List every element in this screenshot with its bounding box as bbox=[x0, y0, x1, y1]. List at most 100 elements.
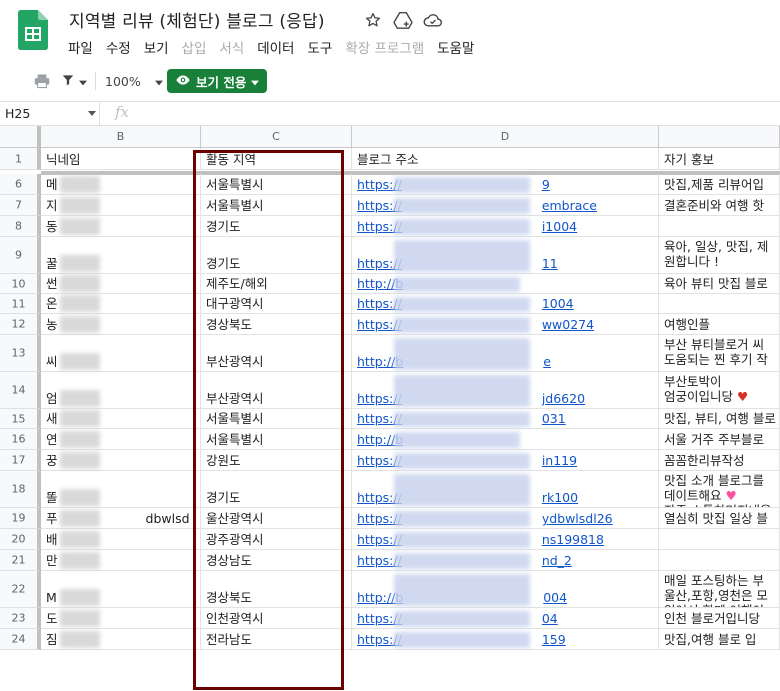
header-cell[interactable]: 닉네임 bbox=[41, 148, 201, 170]
row-header[interactable]: 10 bbox=[0, 274, 41, 294]
cell-e[interactable]: 맛집, 뷰티, 여행 블로 bbox=[659, 409, 780, 429]
cell-c[interactable]: 인천광역시 bbox=[201, 608, 352, 629]
cell-c[interactable]: 경상남도 bbox=[201, 550, 352, 571]
menu-item[interactable]: 파일 bbox=[68, 37, 93, 57]
cell-e[interactable]: 육아, 일상, 맛집, 제 원합니다 ! bbox=[659, 237, 780, 274]
cell-e[interactable]: 맛집,제품 리뷰어입 bbox=[659, 174, 780, 195]
cell-c[interactable]: 강원도 bbox=[201, 450, 352, 471]
cell-e[interactable]: 열심히 맛집 일상 블 bbox=[659, 508, 780, 529]
name-box[interactable]: H25 bbox=[0, 102, 100, 126]
cell-e[interactable]: 맛집,여행 블로 입 bbox=[659, 629, 780, 650]
menu-item[interactable]: 데이터 bbox=[257, 37, 294, 57]
row-header[interactable]: 21 bbox=[0, 550, 41, 571]
row-header[interactable]: 14 bbox=[0, 372, 41, 409]
cell-c[interactable]: 경기도 bbox=[201, 237, 352, 274]
row-header[interactable]: 13 bbox=[0, 335, 41, 372]
cell-text: 경상북도 bbox=[206, 590, 253, 605]
filter-button[interactable] bbox=[61, 66, 87, 96]
cell-e[interactable]: 매일 포스팅하는 부울산,포항,영천은 모있어서 함께 여행이 bbox=[659, 571, 780, 608]
cell-c[interactable]: 서울특별시 bbox=[201, 174, 352, 195]
menu-item[interactable]: 보기 bbox=[144, 37, 169, 57]
column-header[interactable] bbox=[659, 126, 780, 148]
menu-item[interactable]: 서식 bbox=[219, 37, 244, 57]
row-header[interactable]: 23 bbox=[0, 608, 41, 629]
row-header[interactable]: 1 bbox=[0, 148, 41, 170]
cell-e[interactable]: 서울 거주 주부블로 bbox=[659, 429, 780, 450]
header-cell[interactable]: 블로그 주소 bbox=[352, 148, 659, 170]
cell-c[interactable]: 광주광역시 bbox=[201, 529, 352, 550]
row-header[interactable]: 17 bbox=[0, 450, 41, 471]
cell-e[interactable] bbox=[659, 216, 780, 237]
row-header[interactable]: 24 bbox=[0, 629, 41, 650]
nickname-text: 농 bbox=[46, 317, 58, 332]
cell-e[interactable]: 육아 뷰티 맛집 블로 bbox=[659, 274, 780, 294]
cell-e[interactable]: 부산 뷰티블로거 씨 도움되는 찐 후기 작 bbox=[659, 335, 780, 372]
row-header[interactable]: 9 bbox=[0, 237, 41, 274]
row-header[interactable]: 6 bbox=[0, 174, 41, 195]
cell-c[interactable]: 부산광역시 bbox=[201, 335, 352, 372]
row-header[interactable]: 8 bbox=[0, 216, 41, 237]
cloud-status-icon[interactable] bbox=[422, 9, 444, 31]
menu-bar: 파일 수정 보기 삽입 서식 데이터 도구 확장 프로그램 도움말 bbox=[68, 37, 487, 57]
name-box-dropdown-icon[interactable] bbox=[88, 111, 96, 116]
cell-text: 부산 뷰티블로거 씨 도움되는 찐 후기 작 bbox=[664, 337, 768, 367]
menu-item[interactable]: 도움말 bbox=[437, 37, 474, 57]
star-icon[interactable] bbox=[362, 9, 384, 31]
menu-item[interactable]: 삽입 bbox=[182, 37, 207, 57]
cell-c[interactable]: 울산광역시 bbox=[201, 508, 352, 529]
cell-c[interactable]: 서울특별시 bbox=[201, 429, 352, 450]
cell-c[interactable]: 경기도 bbox=[201, 471, 352, 508]
row-header[interactable]: 22 bbox=[0, 571, 41, 608]
row-header[interactable]: 18 bbox=[0, 471, 41, 508]
cell-c[interactable]: 서울특별시 bbox=[201, 195, 352, 216]
view-only-button[interactable]: 보기 전용 bbox=[167, 69, 268, 93]
zoom-select[interactable]: 100% bbox=[105, 66, 163, 96]
document-title[interactable]: 지역별 리뷰 (체험단) 블로그 (응답) bbox=[69, 7, 325, 32]
redacted-block bbox=[394, 632, 530, 648]
menu-item[interactable]: 도구 bbox=[307, 37, 332, 57]
cell-e[interactable]: 결혼준비와 여행 핫 bbox=[659, 195, 780, 216]
cell-e[interactable]: 여행인플 bbox=[659, 314, 780, 335]
cell-text: 경기도 bbox=[206, 219, 241, 234]
cell-e[interactable] bbox=[659, 294, 780, 314]
cell-text: 닉네임 bbox=[46, 152, 81, 167]
row-header[interactable]: 15 bbox=[0, 409, 41, 429]
cell-c[interactable]: 전라남도 bbox=[201, 629, 352, 650]
menu-item[interactable]: 확장 프로그램 bbox=[345, 37, 424, 57]
cell-c[interactable]: 경상북도 bbox=[201, 314, 352, 335]
cell-e[interactable]: 맛집 소개 블로그를데이트해요 ♥자주 소통하며지내용 bbox=[659, 471, 780, 508]
cell-c[interactable]: 대구광역시 bbox=[201, 294, 352, 314]
row-header[interactable]: 11 bbox=[0, 294, 41, 314]
fx-icon: fx bbox=[115, 103, 130, 121]
cell-text: 육아, 일상, 맛집, 제 원합니다 ! bbox=[664, 239, 768, 269]
cell-e[interactable]: 부산토박이 엄궁이입니당 ♥ bbox=[659, 372, 780, 409]
row-header[interactable]: 12 bbox=[0, 314, 41, 335]
header-cell[interactable]: 활동 지역 bbox=[201, 148, 352, 170]
cell-e[interactable]: 인천 블로거입니당 bbox=[659, 608, 780, 629]
cell-e[interactable]: 꼼꼼한리뷰작성 bbox=[659, 450, 780, 471]
print-icon[interactable] bbox=[33, 66, 51, 96]
row-number: 9 bbox=[15, 248, 22, 262]
row-header[interactable]: 7 bbox=[0, 195, 41, 216]
cell-text: 맛집 소개 블로그를데이트해요 ♥자주 소통하며지내용 bbox=[664, 473, 771, 507]
column-header[interactable]: C bbox=[201, 126, 352, 148]
cell-e[interactable] bbox=[659, 550, 780, 571]
column-header[interactable]: B bbox=[41, 126, 201, 148]
row-header[interactable]: 16 bbox=[0, 429, 41, 450]
cell-c[interactable]: 서울특별시 bbox=[201, 409, 352, 429]
cell-text: 꼼꼼한리뷰작성 bbox=[664, 453, 745, 468]
menu-item[interactable]: 수정 bbox=[106, 37, 131, 57]
cell-c[interactable]: 경상북도 bbox=[201, 571, 352, 608]
select-all-corner[interactable] bbox=[0, 126, 41, 148]
redacted-block bbox=[394, 198, 530, 214]
cell-e[interactable] bbox=[659, 529, 780, 550]
row-header[interactable]: 20 bbox=[0, 529, 41, 550]
header-cell[interactable]: 자기 홍보 bbox=[659, 148, 780, 170]
row-header[interactable]: 19 bbox=[0, 508, 41, 529]
cell-c[interactable]: 부산광역시 bbox=[201, 372, 352, 409]
move-to-drive-icon[interactable] bbox=[392, 9, 414, 31]
cell-c[interactable]: 경기도 bbox=[201, 216, 352, 237]
cell-c[interactable]: 제주도/해외 bbox=[201, 274, 352, 294]
sheets-logo-icon[interactable] bbox=[18, 10, 48, 50]
column-header[interactable]: D bbox=[352, 126, 659, 148]
